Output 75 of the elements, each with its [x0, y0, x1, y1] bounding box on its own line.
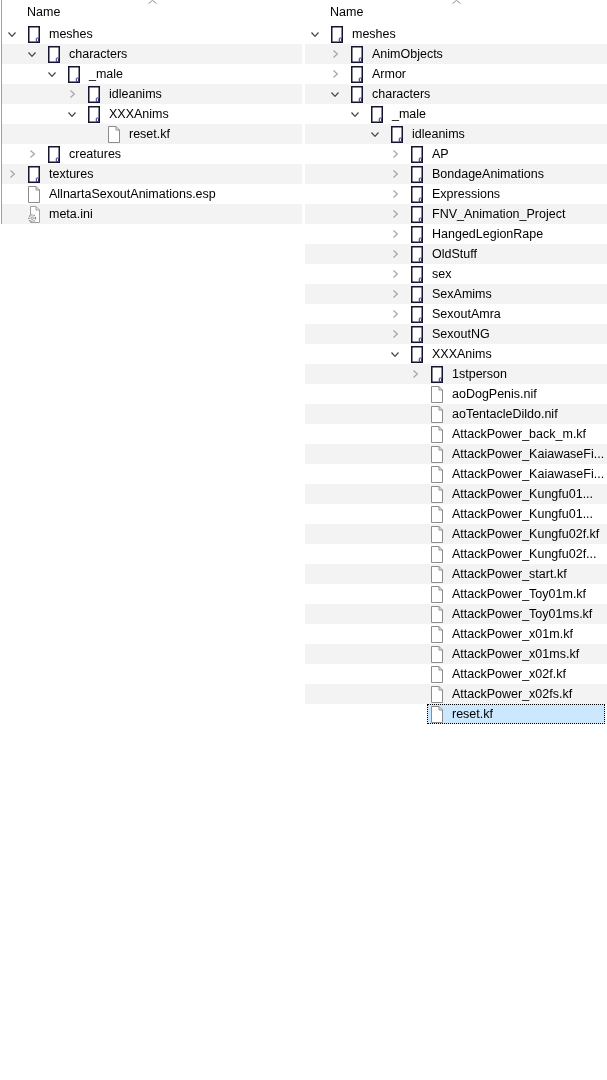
tree-item[interactable]: idleanims	[84, 84, 166, 104]
chevron-down-icon[interactable]	[48, 71, 56, 77]
tree-item[interactable]: SexAmims	[407, 284, 496, 304]
chevron-right-icon[interactable]	[392, 170, 398, 178]
tree-item[interactable]: sex	[407, 264, 456, 284]
tree-item[interactable]: XXXAnims	[84, 104, 173, 124]
chevron-down-icon[interactable]	[8, 31, 16, 37]
tree-item[interactable]: textures	[24, 164, 98, 184]
chevron-right-icon[interactable]	[69, 90, 75, 98]
tree-item[interactable]: AttackPower_x02f.kf	[427, 664, 570, 684]
chevron-down-icon[interactable]	[391, 351, 399, 357]
file-icon	[431, 705, 443, 723]
tree-item[interactable]: AttackPower_Kungfu01...	[427, 484, 598, 504]
tree-item[interactable]: AttackPower_x01ms.kf	[427, 644, 584, 664]
tree-item[interactable]: aoTentacleDildo.nif	[427, 404, 562, 424]
tree-item[interactable]: meshes	[327, 24, 400, 44]
tree-item[interactable]: SexoutNG	[407, 324, 494, 344]
tree-item[interactable]: AttackPower_Toy01ms.kf	[427, 604, 597, 624]
chevron-right-icon[interactable]	[392, 310, 398, 318]
tree-item[interactable]: AttackPower_Toy01m.kf	[427, 584, 591, 604]
chevron-right-icon[interactable]	[392, 190, 398, 198]
tree-item[interactable]: reset.kf	[104, 124, 174, 144]
tree-item[interactable]: AttackPower_x01m.kf	[427, 624, 577, 644]
chevron-right-icon[interactable]	[392, 210, 398, 218]
tree-item[interactable]: HangedLegionRape	[407, 224, 548, 244]
chevron-down-icon[interactable]	[351, 111, 359, 117]
chevron-right-icon[interactable]	[392, 270, 398, 278]
tree-item[interactable]: XXXAnims	[407, 344, 496, 364]
chevron-down-icon[interactable]	[311, 31, 319, 37]
column-header[interactable]: Name	[27, 5, 61, 20]
tree-item[interactable]: AttackPower_start.kf	[427, 564, 571, 584]
tree-item[interactable]: FNV_Animation_Project	[407, 204, 570, 224]
chevron-right-icon[interactable]	[332, 50, 338, 58]
tree-item[interactable]: AttackPower_Kungfu02f.kf	[427, 524, 604, 544]
tree-item[interactable]: meshes	[24, 24, 97, 44]
sort-caret-icon	[451, 0, 461, 4]
tree-item[interactable]: AttackPower_Kungfu02f...	[427, 544, 601, 564]
tree-item[interactable]: Expressions	[407, 184, 505, 204]
tree-item[interactable]: aoDogPenis.nif	[427, 384, 541, 404]
tree-item[interactable]: meta.ini	[24, 204, 97, 224]
tree-item[interactable]: _male	[367, 104, 431, 124]
tree-item[interactable]: Armor	[347, 64, 411, 84]
sort-caret-icon	[147, 0, 157, 4]
tree-item[interactable]: BondageAnimations	[407, 164, 548, 184]
tree-item[interactable]: AttackPower_x02fs.kf	[427, 684, 577, 704]
chevron-down-icon[interactable]	[28, 51, 36, 57]
chevron-right-icon[interactable]	[392, 230, 398, 238]
chevron-down-icon[interactable]	[331, 91, 339, 97]
chevron-down-icon[interactable]	[68, 111, 76, 117]
tree-item[interactable]: creatures	[44, 144, 126, 164]
tree-item[interactable]: AP	[407, 144, 453, 164]
tree-item[interactable]: AllnartaSexoutAnimations.esp	[24, 184, 220, 204]
tree-item[interactable]: 1stperson	[427, 364, 511, 384]
tree-item[interactable]: reset.kf	[427, 704, 605, 724]
tree-item[interactable]: AttackPower_back_m.kf	[427, 424, 591, 444]
chevron-right-icon[interactable]	[9, 170, 15, 178]
tree-item[interactable]: AttackPower_KaiawaseFi...	[427, 464, 607, 484]
chevron-right-icon[interactable]	[392, 150, 398, 158]
tree-item[interactable]: AttackPower_KaiawaseFi...	[427, 444, 607, 464]
tree-item[interactable]: characters	[347, 84, 435, 104]
chevron-right-icon[interactable]	[412, 370, 418, 378]
tree-item[interactable]: characters	[44, 44, 132, 64]
tree-item[interactable]: OldStuff	[407, 244, 481, 264]
chevron-right-icon[interactable]	[29, 150, 35, 158]
chevron-right-icon[interactable]	[392, 290, 398, 298]
chevron-right-icon[interactable]	[332, 70, 338, 78]
chevron-right-icon[interactable]	[392, 330, 398, 338]
tree-item[interactable]: SexoutAmra	[407, 304, 505, 324]
tree-item[interactable]: _male	[64, 64, 128, 84]
chevron-down-icon[interactable]	[371, 131, 379, 137]
column-header[interactable]: Name	[330, 5, 364, 20]
tree-item[interactable]: idleanims	[387, 124, 469, 144]
tree-item[interactable]: AttackPower_Kungfu01...	[427, 504, 598, 524]
tree-item[interactable]: AnimObjects	[347, 44, 447, 64]
chevron-right-icon[interactable]	[392, 250, 398, 258]
